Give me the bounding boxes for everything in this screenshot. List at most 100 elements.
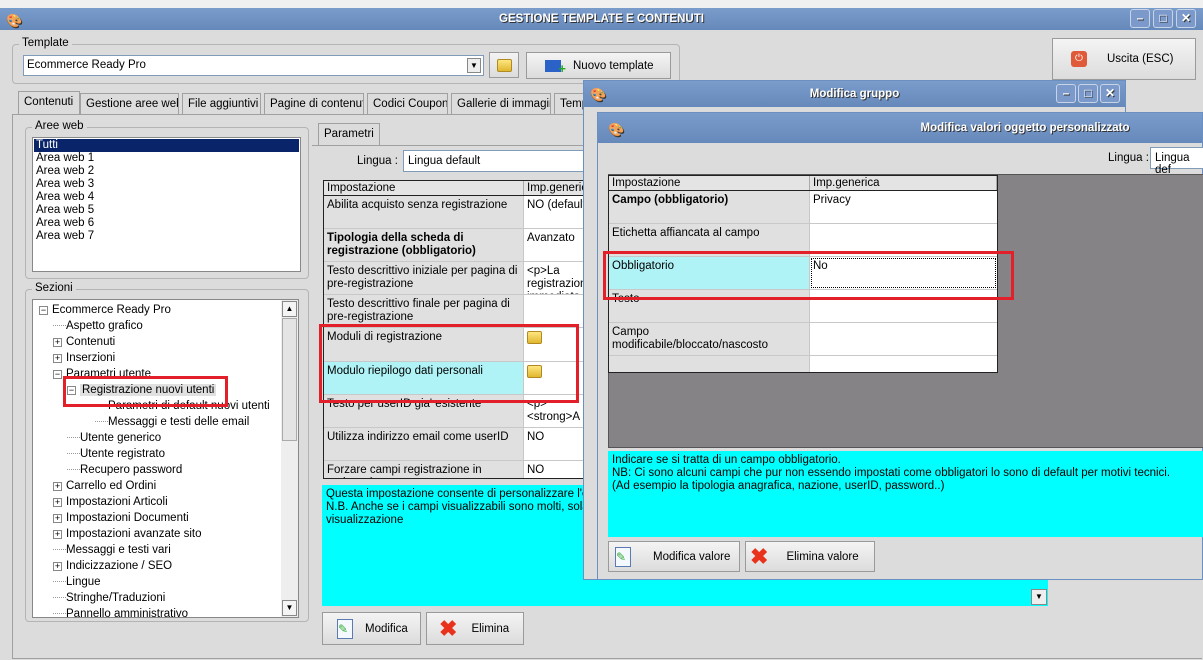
tree-item[interactable]: + Indicizzazione / SEO: [53, 559, 172, 574]
tree-item[interactable]: Pannello amministrativo: [53, 607, 188, 617]
new-template-button[interactable]: + Nuovo template: [526, 52, 671, 79]
setting-name: Utilizza indirizzo email come userID: [324, 428, 524, 460]
collapse-icon[interactable]: −: [53, 370, 62, 379]
exit-icon: ⏻: [1071, 51, 1087, 67]
expand-icon[interactable]: +: [53, 498, 62, 507]
tree-item[interactable]: Messaggi e testi delle email: [95, 415, 249, 430]
tree-item[interactable]: + Impostazioni Articoli: [53, 495, 168, 510]
tree-item-label: Impostazioni Articoli: [66, 496, 168, 508]
tree-item[interactable]: + Contenuti: [53, 335, 115, 350]
close-button[interactable]: ✕: [1176, 9, 1196, 28]
sezioni-label: Sezioni: [32, 282, 76, 294]
tree-item[interactable]: + Impostazioni avanzate sito: [53, 527, 202, 542]
table-row[interactable]: [609, 356, 997, 372]
tree-item-label: Messaggi e testi delle email: [108, 416, 250, 428]
expand-icon[interactable]: +: [53, 354, 62, 363]
table-row[interactable]: Testo descrittivo iniziale per pagina di…: [324, 262, 622, 295]
setting-name: Testo descrittivo finale per pagina di p…: [324, 295, 524, 327]
tree-item[interactable]: + Inserzioni: [53, 351, 115, 366]
highlight-box-tree: [63, 376, 228, 407]
table-row[interactable]: Campo modificabile/bloccato/nascosto: [609, 323, 997, 356]
tree-item[interactable]: Utente generico: [67, 431, 161, 446]
tree-scrollbar[interactable]: ▲ ▼: [281, 300, 298, 617]
modify-button[interactable]: ✎ Modifica: [322, 612, 421, 645]
tab-codici-coupon[interactable]: Codici Coupon: [367, 93, 448, 114]
list-item[interactable]: Area web 2: [34, 165, 299, 178]
tab-file-aggiuntivi[interactable]: File aggiuntivi: [182, 93, 261, 114]
modify-value-button[interactable]: ✎ Modifica valore: [608, 541, 740, 572]
maximize-button[interactable]: □: [1153, 9, 1173, 28]
template-select[interactable]: Ecommerce Ready Pro ▼: [23, 55, 484, 76]
setting-name: Forzare campi registrazione in maiuscolo: [324, 461, 524, 478]
delete-icon: ✖: [439, 615, 458, 641]
table-row[interactable]: Tipologia della scheda di registrazione …: [324, 229, 622, 262]
tab-gallerie-di-immagini[interactable]: Gallerie di immagini: [451, 93, 551, 114]
tab-parametri[interactable]: Parametri: [318, 123, 380, 146]
delete-button[interactable]: ✖ Elimina: [426, 612, 524, 645]
list-item[interactable]: Area web 1: [34, 152, 299, 165]
description-dropdown-icon[interactable]: ▼: [1031, 589, 1047, 605]
column-header[interactable]: Imp.generica: [810, 176, 997, 190]
list-item[interactable]: Area web 4: [34, 191, 299, 204]
sezioni-tree[interactable]: ▲ ▼ − Ecommerce Ready Pro Aspetto grafico +…: [32, 299, 299, 618]
main-title: GESTIONE TEMPLATE E CONTENUTI: [499, 13, 704, 25]
setting-value[interactable]: [810, 323, 997, 355]
scroll-thumb[interactable]: [282, 318, 297, 441]
group-close-button[interactable]: ✕: [1100, 84, 1120, 103]
tree-line-icon: [67, 437, 80, 439]
scroll-up-button[interactable]: ▲: [282, 301, 297, 317]
table-row[interactable]: Utilizza indirizzo email come userID NO: [324, 428, 622, 461]
tree-item[interactable]: Lingue: [53, 575, 101, 590]
collapse-icon[interactable]: −: [39, 306, 48, 315]
tree-item[interactable]: Utente registrato: [67, 447, 165, 462]
setting-name: Testo descrittivo iniziale per pagina di…: [324, 262, 524, 294]
expand-icon[interactable]: +: [53, 530, 62, 539]
tree-line-icon: [53, 325, 66, 327]
tab-gestione-aree-web[interactable]: Gestione aree web: [80, 93, 179, 114]
new-template-label: Nuovo template: [573, 59, 654, 72]
table-row[interactable]: Abilita acquisto senza registrazione NO (…: [324, 196, 622, 229]
exit-button[interactable]: ⏻ Uscita (ESC): [1052, 38, 1196, 80]
list-item[interactable]: Area web 5: [34, 204, 299, 217]
folder-icon: [496, 58, 512, 72]
setting-value[interactable]: [810, 356, 997, 372]
tree-item[interactable]: − Ecommerce Ready Pro: [39, 303, 171, 318]
list-item[interactable]: Area web 6: [34, 217, 299, 230]
tree-item[interactable]: + Impostazioni Documenti: [53, 511, 189, 526]
expand-icon[interactable]: +: [53, 482, 62, 491]
column-header[interactable]: Impostazione: [324, 181, 524, 195]
table-row[interactable]: Campo (obbligatorio) Privacy: [609, 191, 997, 224]
tree-item[interactable]: Aspetto grafico: [53, 319, 143, 334]
highlight-box-grid: [319, 324, 579, 403]
column-header[interactable]: Impostazione: [609, 176, 810, 190]
tree-item[interactable]: + Carrello ed Ordini: [53, 479, 156, 494]
setting-value[interactable]: Privacy: [810, 191, 997, 223]
list-item[interactable]: Tutti: [34, 139, 299, 152]
minimize-button[interactable]: –: [1130, 9, 1150, 28]
setting-name: [609, 356, 810, 372]
expand-icon[interactable]: +: [53, 514, 62, 523]
group-maximize-button[interactable]: □: [1078, 84, 1098, 103]
list-item[interactable]: Area web 7: [34, 230, 299, 243]
group-minimize-button[interactable]: –: [1056, 84, 1076, 103]
delete-value-button[interactable]: ✖ Elimina valore: [745, 541, 875, 572]
expand-icon[interactable]: +: [53, 338, 62, 347]
list-item[interactable]: Area web 3: [34, 178, 299, 191]
table-row[interactable]: Forzare campi registrazione in maiuscolo…: [324, 461, 622, 478]
delete-value-label: Elimina valore: [786, 550, 859, 563]
expand-icon[interactable]: +: [53, 562, 62, 571]
chevron-down-icon[interactable]: ▼: [467, 58, 481, 73]
tree-item-label: Impostazioni Documenti: [66, 512, 189, 524]
value-dialog-titlebar: 🎨 Modifica valori oggetto personalizzato: [598, 113, 1202, 143]
tab-contenuti[interactable]: Contenuti: [18, 91, 80, 115]
value-lingua-select[interactable]: Lingua def: [1150, 147, 1203, 176]
tree-item[interactable]: Messaggi e testi vari: [53, 543, 171, 558]
tab-pagine-di-contenuti[interactable]: Pagine di contenuti: [264, 93, 364, 114]
tree-item[interactable]: Recupero password: [67, 463, 182, 478]
tree-item[interactable]: Stringhe/Traduzioni: [53, 591, 165, 606]
aree-web-list[interactable]: Tutti Area web 1 Area web 2 Area web 3 Area …: [32, 137, 301, 272]
open-folder-button[interactable]: [489, 52, 519, 78]
template-group-label: Template: [19, 37, 72, 49]
value-dialog-title: Modifica valori oggetto personalizzato: [920, 122, 1130, 134]
scroll-down-button[interactable]: ▼: [282, 600, 297, 616]
